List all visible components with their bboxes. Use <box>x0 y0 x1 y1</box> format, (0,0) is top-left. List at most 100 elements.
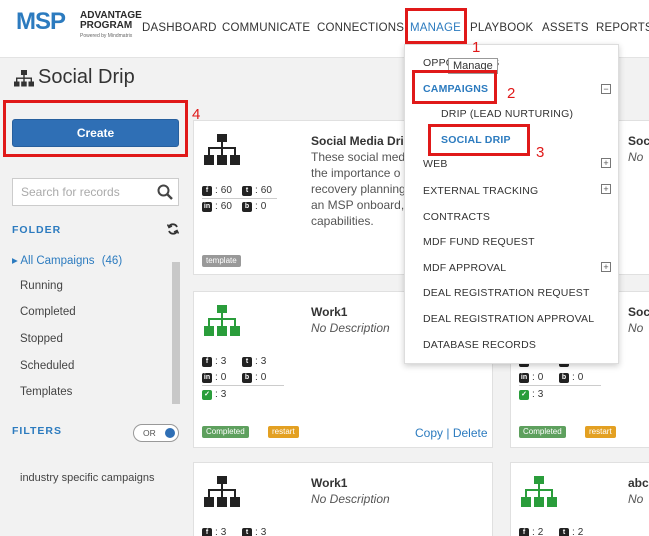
card-actions: Copy | Delete <box>415 426 488 440</box>
nav-reports[interactable]: REPORTS <box>596 22 649 34</box>
blog-icon: b <box>242 201 252 212</box>
facebook-icon: f <box>202 185 212 196</box>
filters-label: FILTERS <box>12 425 62 437</box>
folder-templates[interactable]: Templates <box>20 386 72 398</box>
action-separator: | <box>446 426 450 440</box>
stat-twitter: t:3 <box>242 356 266 367</box>
copy-link[interactable]: Copy <box>415 426 443 440</box>
card-title: abc <box>628 476 649 490</box>
folder-scrollbar[interactable] <box>172 262 180 404</box>
annotation-box-social-drip <box>428 124 530 156</box>
facebook-icon: f <box>519 527 529 536</box>
twitter-icon: t <box>242 185 252 196</box>
stat-completed: ✓:3 <box>519 389 543 400</box>
check-icon: ✓ <box>519 389 529 400</box>
nav-dashboard[interactable]: DASHBOARD <box>142 22 217 34</box>
facebook-icon: f <box>202 356 212 367</box>
folder-running[interactable]: Running <box>20 280 63 292</box>
brand-logo[interactable]: MSP ADVANTAGE PROGRAM Powered by Mindmat… <box>16 8 142 48</box>
stat-linkedin: in:0 <box>519 372 544 383</box>
filter-item[interactable]: industry specific campaigns <box>20 472 155 484</box>
twitter-icon: t <box>242 527 252 536</box>
blog-icon: b <box>242 372 252 383</box>
check-icon: ✓ <box>202 389 212 400</box>
completed-badge: Completed <box>519 426 566 438</box>
menu-external-tracking[interactable]: EXTERNAL TRACKING <box>423 185 538 197</box>
stat-facebook: f:2 <box>519 527 543 536</box>
stat-facebook: f:3 <box>202 356 226 367</box>
stat-twitter: t:2 <box>559 527 583 536</box>
facebook-icon: f <box>202 527 212 536</box>
delete-link[interactable]: Delete <box>453 426 488 440</box>
search-box <box>12 178 179 206</box>
campaign-card[interactable]: Work1 No Description f:3 t:3 <box>193 462 493 536</box>
annotation-number: 1 <box>472 39 481 56</box>
blog-icon: b <box>559 372 569 383</box>
twitter-icon: t <box>242 356 252 367</box>
menu-contracts[interactable]: CONTRACTS <box>423 211 490 223</box>
campaign-card[interactable]: abc No f:2 t:2 <box>510 462 649 536</box>
menu-mdf-approval[interactable]: MDF APPROVAL <box>423 262 506 274</box>
stat-blog: b:0 <box>242 201 266 212</box>
search-input[interactable] <box>13 179 151 205</box>
nav-assets[interactable]: ASSETS <box>542 22 589 34</box>
restart-badge[interactable]: restart <box>268 426 299 438</box>
page-title: Social Drip <box>38 66 135 88</box>
folder-scheduled[interactable]: Scheduled <box>20 360 74 372</box>
logo-powered-by: Powered by Mindmatrix <box>80 33 133 39</box>
search-icon[interactable] <box>157 184 173 200</box>
hierarchy-icon <box>521 476 557 507</box>
linkedin-icon: in <box>202 372 212 383</box>
stat-twitter: t:60 <box>242 185 272 196</box>
card-description: No Description <box>311 492 390 506</box>
or-toggle[interactable]: OR <box>133 424 179 442</box>
card-title: Soc <box>628 134 649 148</box>
annotation-box-manage <box>405 8 467 44</box>
template-badge: template <box>202 255 241 267</box>
toggle-knob <box>165 428 175 438</box>
folder-stopped[interactable]: Stopped <box>20 333 63 345</box>
expand-icon[interactable]: + <box>601 262 611 272</box>
menu-mdf-fund-request[interactable]: MDF FUND REQUEST <box>423 236 535 248</box>
expand-icon[interactable]: + <box>601 158 611 168</box>
expand-icon[interactable]: + <box>601 184 611 194</box>
refresh-icon[interactable] <box>167 223 179 235</box>
stat-linkedin: in:60 <box>202 201 232 212</box>
folder-completed[interactable]: Completed <box>20 306 76 318</box>
menu-web[interactable]: WEB <box>423 158 448 170</box>
hierarchy-icon <box>204 305 240 336</box>
folder-label: FOLDER <box>12 224 62 236</box>
stat-blog: b:0 <box>559 372 583 383</box>
stat-divider <box>202 385 284 386</box>
linkedin-icon: in <box>519 372 529 383</box>
logo-advantage-program: ADVANTAGE PROGRAM <box>80 11 142 31</box>
nav-playbook[interactable]: PLAYBOOK <box>470 22 533 34</box>
stat-facebook: f:60 <box>202 185 232 196</box>
annotation-box-create <box>3 100 188 157</box>
stat-linkedin: in:0 <box>202 372 227 383</box>
menu-deal-registration-approval[interactable]: DEAL REGISTRATION APPROVAL <box>423 313 594 325</box>
annotation-number: 2 <box>507 85 516 102</box>
annotation-box-campaigns <box>412 70 497 104</box>
folder-all-campaigns[interactable]: ▸ All Campaigns (46) <box>12 253 122 267</box>
annotation-number: 4 <box>192 106 201 123</box>
hierarchy-icon <box>204 476 240 507</box>
menu-database-records[interactable]: DATABASE RECORDS <box>423 339 536 351</box>
nav-communicate[interactable]: COMMUNICATE <box>222 22 310 34</box>
folder-all-count: (46) <box>101 255 123 267</box>
logo-line2: PROGRAM <box>80 20 133 31</box>
folder-all-label: All Campaigns <box>20 255 95 267</box>
completed-badge: Completed <box>202 426 249 438</box>
restart-badge[interactable]: restart <box>585 426 616 438</box>
stat-divider <box>519 385 601 386</box>
annotation-number: 3 <box>536 144 545 161</box>
menu-deal-registration-request[interactable]: DEAL REGISTRATION REQUEST <box>423 287 590 299</box>
card-description: No <box>628 492 644 506</box>
toggle-label: OR <box>143 428 156 438</box>
card-title: Work1 <box>311 476 348 490</box>
collapse-icon[interactable]: − <box>601 84 611 94</box>
menu-drip-lead-nurturing[interactable]: DRIP (LEAD NURTURING) <box>441 108 573 120</box>
nav-connections[interactable]: CONNECTIONS <box>317 22 404 34</box>
logo-msp: MSP <box>16 8 66 35</box>
stat-facebook: f:3 <box>202 527 226 536</box>
